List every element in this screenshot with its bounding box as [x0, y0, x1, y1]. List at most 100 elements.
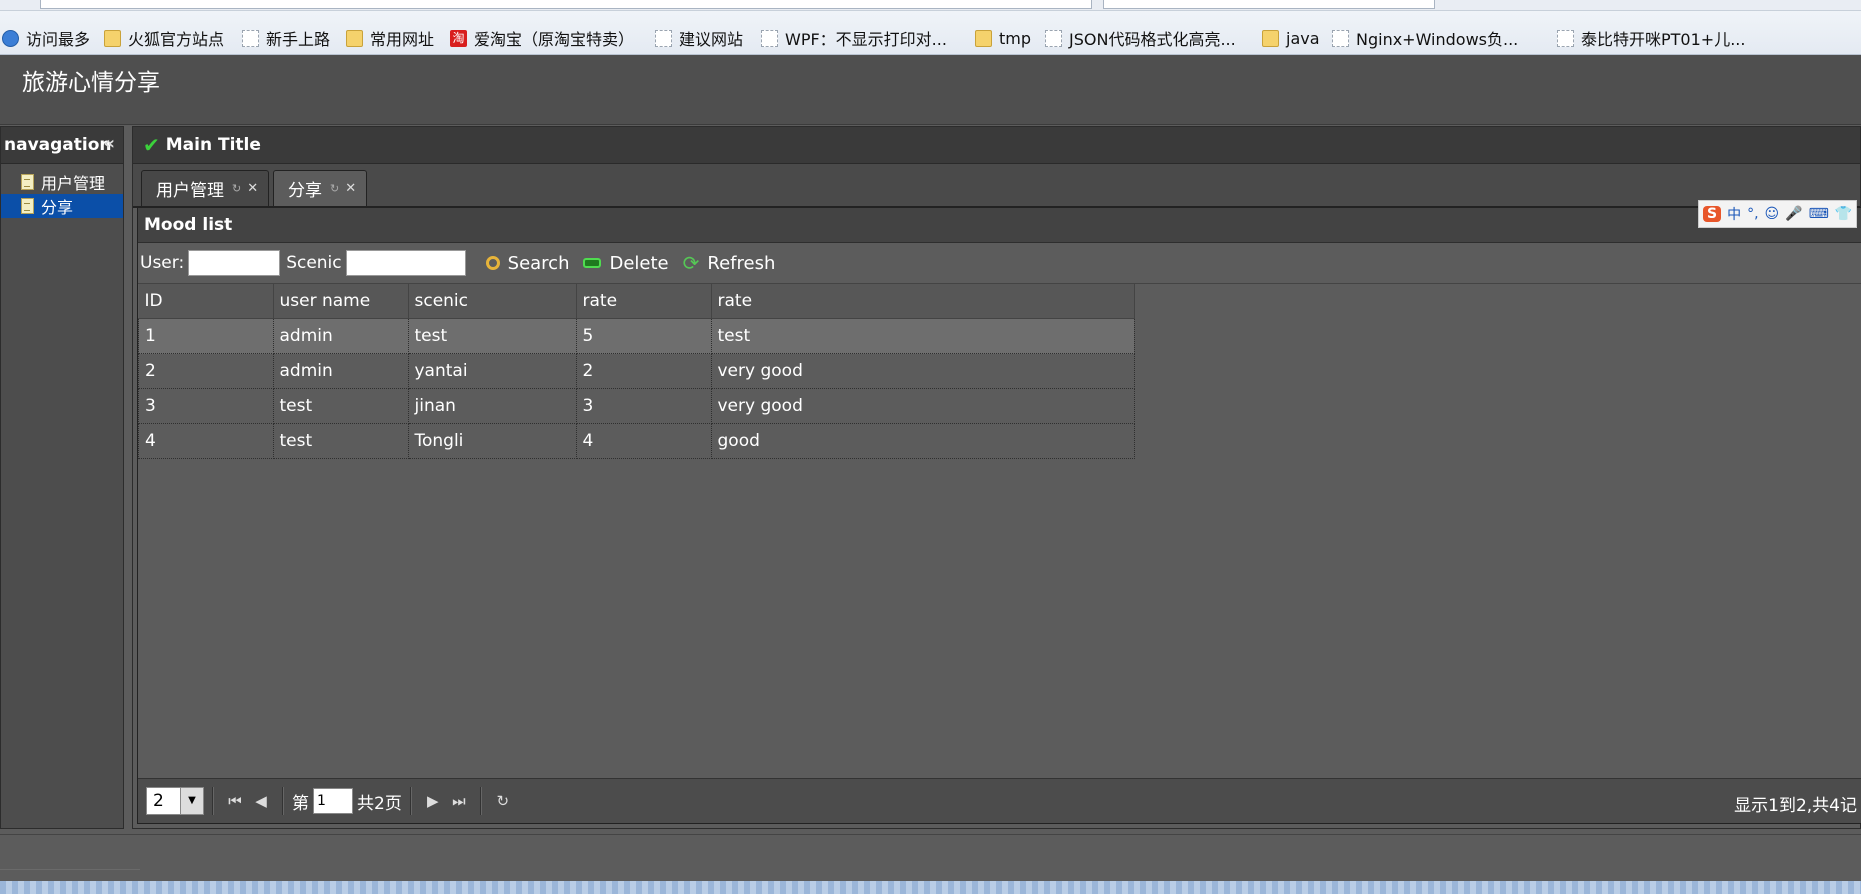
cell-id: 1: [138, 318, 274, 354]
app-title: 旅游心情分享: [22, 70, 160, 96]
document-icon: [21, 174, 34, 190]
table-row[interactable]: 4 test Tongli 4 good: [138, 423, 1135, 459]
refresh-button[interactable]: ⟳ Refresh: [683, 251, 776, 275]
scenic-input[interactable]: [345, 250, 466, 276]
next-page-icon[interactable]: ▶: [420, 792, 446, 810]
delete-button-label: Delete: [609, 252, 669, 274]
tab-user-management[interactable]: 用户管理 ↻ ✕: [141, 170, 270, 206]
cell-scenic: Tongli: [407, 423, 577, 459]
globe-icon: [2, 29, 19, 47]
page-icon: [1332, 29, 1349, 47]
refresh-icon: ⟳: [682, 251, 700, 275]
ime-skin-icon[interactable]: 👕: [1835, 206, 1852, 222]
cell-user-name: admin: [272, 318, 409, 354]
search-button[interactable]: Search: [485, 252, 570, 274]
pager-separator: [212, 787, 214, 815]
ime-voice-icon[interactable]: 🎤: [1785, 206, 1802, 222]
navigation-title: navagation: [4, 135, 112, 155]
first-page-icon[interactable]: ⏮: [222, 792, 248, 810]
ime-mode[interactable]: 中: [1727, 204, 1741, 224]
ime-punctuation-icon[interactable]: °,: [1747, 206, 1758, 222]
navigation-header: navagation «: [1, 127, 123, 164]
reload-icon[interactable]: ↻: [490, 792, 516, 810]
bookmark-label: Nginx+Windows负...: [1356, 30, 1519, 49]
page-icon: [761, 29, 778, 47]
close-icon[interactable]: ✕: [345, 181, 356, 196]
ime-emoji-icon[interactable]: ☺: [1765, 206, 1780, 222]
browser-nav-strip: [0, 0, 1861, 11]
page-footer: [0, 834, 1861, 894]
mood-table: ID user name scenic rate rate 1 admin te…: [138, 284, 1135, 459]
sogou-icon[interactable]: S: [1703, 206, 1722, 222]
chevron-down-icon[interactable]: ▼: [180, 788, 203, 814]
sidebar-item-user-management[interactable]: 用户管理: [1, 170, 123, 194]
search-icon: [485, 256, 500, 270]
address-bar[interactable]: [40, 0, 1092, 9]
tab-share[interactable]: 分享 ↻ ✕: [273, 170, 368, 206]
refresh-tab-icon[interactable]: ↻: [232, 182, 241, 195]
search-button-label: Search: [507, 252, 570, 274]
bookmark-pt01[interactable]: 泰比特开咪PT01+儿...: [1557, 26, 1745, 50]
folder-icon: [1262, 29, 1279, 47]
main-panel: ✔ Main Title 用户管理 ↻ ✕ 分享 ↻ ✕ Mood list U…: [132, 126, 1861, 829]
pagination-bar: 2 ▼ ⏮ ◀ 第 1 共2页 ▶ ⏭ ↻ 显示1到2,共4记: [138, 778, 1861, 823]
cell-rate: 5: [575, 318, 712, 354]
cell-id: 3: [138, 388, 274, 424]
page-size-select[interactable]: 2 ▼: [146, 787, 204, 815]
user-label: User:: [140, 253, 185, 273]
column-header-user-name[interactable]: user name: [273, 284, 409, 319]
column-header-rate[interactable]: rate: [576, 284, 712, 319]
bookmark-nginx[interactable]: Nginx+Windows负...: [1332, 26, 1518, 50]
bookmark-most-visited[interactable]: 访问最多: [2, 26, 90, 50]
sidebar-item-label: 分享: [41, 198, 74, 217]
taobao-icon: 淘: [450, 29, 467, 47]
collapse-icon[interactable]: «: [103, 133, 115, 154]
table-row[interactable]: 1 admin test 5 test: [138, 318, 1135, 354]
table-row[interactable]: 2 admin yantai 2 very good: [138, 353, 1135, 389]
user-input[interactable]: [188, 250, 281, 276]
refresh-tab-icon[interactable]: ↻: [330, 182, 339, 195]
prev-page-icon[interactable]: ◀: [248, 792, 274, 810]
column-header-scenic[interactable]: scenic: [408, 284, 577, 319]
pager-info: 显示1到2,共4记: [1734, 796, 1857, 816]
pager-separator: [409, 787, 412, 815]
column-header-id[interactable]: ID: [138, 284, 274, 319]
current-page-input[interactable]: 1: [313, 788, 353, 814]
bookmark-firefox-site[interactable]: 火狐官方站点: [104, 26, 224, 50]
footer-divider: [0, 869, 140, 870]
pager-separator: [282, 787, 284, 815]
sidebar-item-share[interactable]: 分享: [1, 194, 123, 218]
navigation-panel: navagation « 用户管理 分享: [0, 126, 124, 829]
page-icon: [1045, 29, 1062, 47]
bookmark-wpf[interactable]: WPF：不显示打印对...: [761, 26, 947, 50]
bookmark-common-urls[interactable]: 常用网址: [346, 26, 434, 50]
delete-button[interactable]: Delete: [583, 252, 669, 274]
bookmark-label: 爱淘宝（原淘宝特卖）: [474, 30, 635, 49]
page-size-value: 2: [153, 791, 164, 811]
table-header-row: ID user name scenic rate rate: [138, 284, 1135, 319]
bookmark-taobao[interactable]: 淘爱淘宝（原淘宝特卖）: [450, 26, 634, 50]
bookmark-label: 常用网址: [370, 30, 435, 49]
column-header-rate-comment[interactable]: rate: [711, 284, 1135, 319]
sidebar-item-label: 用户管理: [41, 174, 106, 193]
bookmark-json-formatter[interactable]: JSON代码格式化高亮...: [1045, 26, 1236, 50]
check-icon: ✔: [143, 133, 160, 157]
mood-list-panel: Mood list User: Scenic Search Delete ⟳ R…: [137, 207, 1861, 824]
bookmark-java[interactable]: java: [1262, 26, 1320, 50]
bookmark-tmp[interactable]: tmp: [975, 26, 1031, 50]
last-page-icon[interactable]: ⏭: [446, 792, 472, 810]
cell-rate: 4: [575, 423, 712, 459]
document-icon: [21, 198, 34, 214]
ime-toolbar: S 中 °, ☺ 🎤 ⌨ 👕: [1698, 200, 1858, 228]
app-header: 旅游心情分享: [0, 55, 1861, 125]
bookmark-suggested-sites[interactable]: 建议网站: [655, 26, 743, 50]
page-icon: [242, 29, 259, 47]
bookmark-getting-started[interactable]: 新手上路: [242, 26, 330, 50]
bookmark-label: 火狐官方站点: [128, 30, 225, 49]
ime-keyboard-icon[interactable]: ⌨: [1809, 206, 1829, 222]
table-row[interactable]: 3 test jinan 3 very good: [138, 388, 1135, 424]
folder-icon: [975, 29, 992, 47]
browser-search-box[interactable]: [1103, 0, 1435, 9]
close-icon[interactable]: ✕: [247, 181, 258, 196]
cell-comment: very good: [710, 353, 1135, 389]
